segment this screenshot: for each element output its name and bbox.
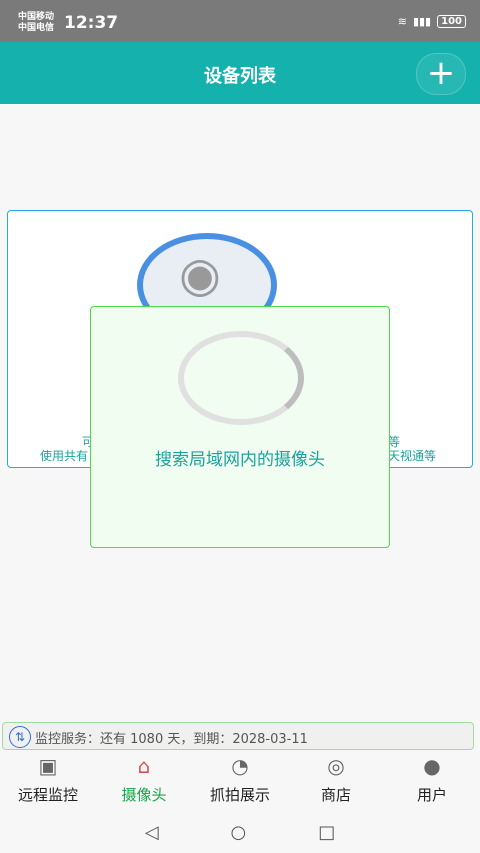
service-text: 监控服务：还有 1080 天，到期：2028-03-11 [35, 732, 308, 747]
carrier-info: 中国移动 中国电信 [18, 12, 54, 34]
system-nav-bar: ◁ ○ □ [0, 812, 480, 853]
nav-label: 摄像头 [121, 786, 167, 804]
page-title: 设备列表 [204, 66, 276, 87]
battery-icon: 100 [437, 15, 466, 28]
service-icon: ⇅ [9, 726, 31, 748]
signal-icon: ▮▮▮ [412, 15, 432, 28]
add-device-button[interactable]: + [416, 53, 466, 95]
cart-icon: ◎ [327, 754, 345, 778]
card-text-left-2: 使用共有 [40, 449, 89, 463]
bottom-nav: ▣ 远程监控 ⌂ 摄像头 ◔ 抓拍展示 ◎ 商店 ● 用户 [0, 752, 480, 812]
status-bar: 中国移动 中国电信 12:37 ≋ ▮▮▮ 100 [0, 0, 480, 42]
camera-icon: ◔ [231, 754, 249, 778]
carrier-2: 中国电信 [18, 23, 55, 33]
wifi-icon: ≋ [397, 15, 407, 28]
camera-icon: ◉ [179, 247, 221, 303]
carrier-1: 中国移动 [18, 12, 55, 22]
loading-spinner-icon [178, 331, 304, 425]
nav-item-snapshot[interactable]: ◔ 抓拍展示 [192, 752, 288, 812]
nav-item-camera[interactable]: ⌂ 摄像头 [96, 752, 192, 812]
back-icon[interactable]: ◁ [145, 822, 159, 843]
nav-label: 抓拍展示 [209, 786, 270, 804]
clock: 12:37 [64, 13, 119, 33]
nav-label: 商店 [320, 786, 351, 804]
service-status-bar[interactable]: ⇅ 监控服务：还有 1080 天，到期：2028-03-11 [2, 722, 474, 750]
nav-label: 用户 [416, 786, 447, 804]
recents-icon[interactable]: □ [318, 822, 335, 843]
nav-item-user[interactable]: ● 用户 [384, 752, 480, 812]
house-icon: ⌂ [137, 754, 151, 778]
monitor-icon: ▣ [38, 754, 58, 778]
nav-label: 远程监控 [17, 786, 78, 804]
status-icons: ≋ ▮▮▮ 100 [398, 15, 466, 28]
home-icon[interactable]: ○ [231, 822, 247, 843]
app-header: 设备列表 + [0, 42, 480, 104]
card-text-right-2: 天视通等 [388, 449, 437, 463]
nav-item-store[interactable]: ◎ 商店 [288, 752, 384, 812]
loading-message: 搜索局域网内的摄像头 [155, 450, 325, 470]
user-icon: ● [423, 754, 441, 778]
loading-dialog: 搜索局域网内的摄像头 [90, 306, 390, 548]
nav-item-remote-monitor[interactable]: ▣ 远程监控 [0, 752, 96, 812]
